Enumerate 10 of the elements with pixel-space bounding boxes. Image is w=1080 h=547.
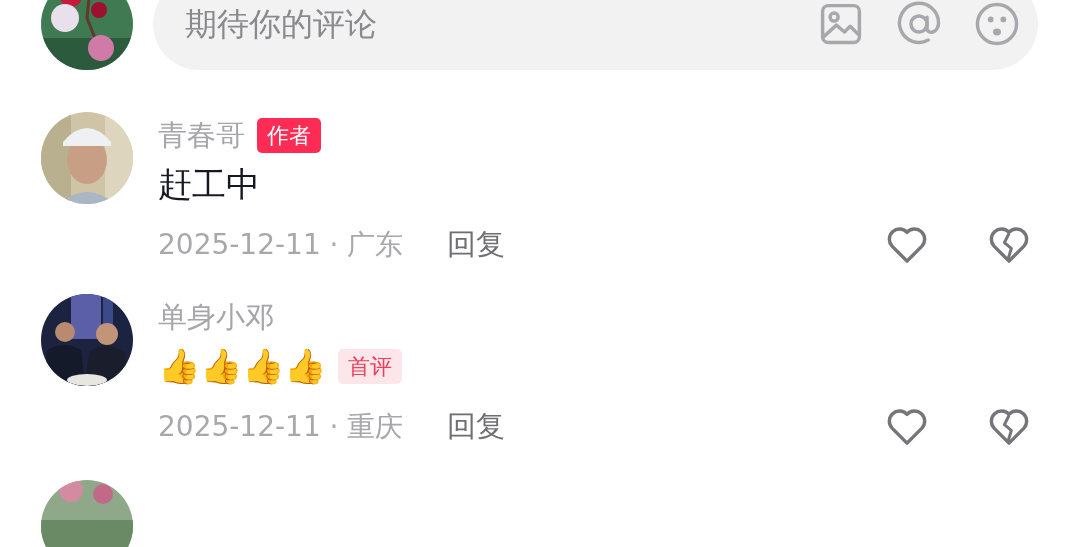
reply-link[interactable]: 回复: [447, 407, 506, 447]
comment-text: 赶工中: [158, 163, 260, 206]
comment-meta: 2025-12-11 · 广东: [158, 227, 404, 263]
comment-text: 👍👍👍👍: [158, 345, 326, 388]
comment-meta: 2025-12-11 · 重庆: [158, 409, 404, 445]
reply-link[interactable]: 回复: [447, 225, 506, 265]
author-badge: 作者: [257, 117, 321, 153]
first-comment-badge: 首评: [338, 348, 402, 384]
comment-bar[interactable]: 期待你的评论: [153, 0, 1038, 70]
comment-input[interactable]: 期待你的评论: [185, 5, 786, 43]
